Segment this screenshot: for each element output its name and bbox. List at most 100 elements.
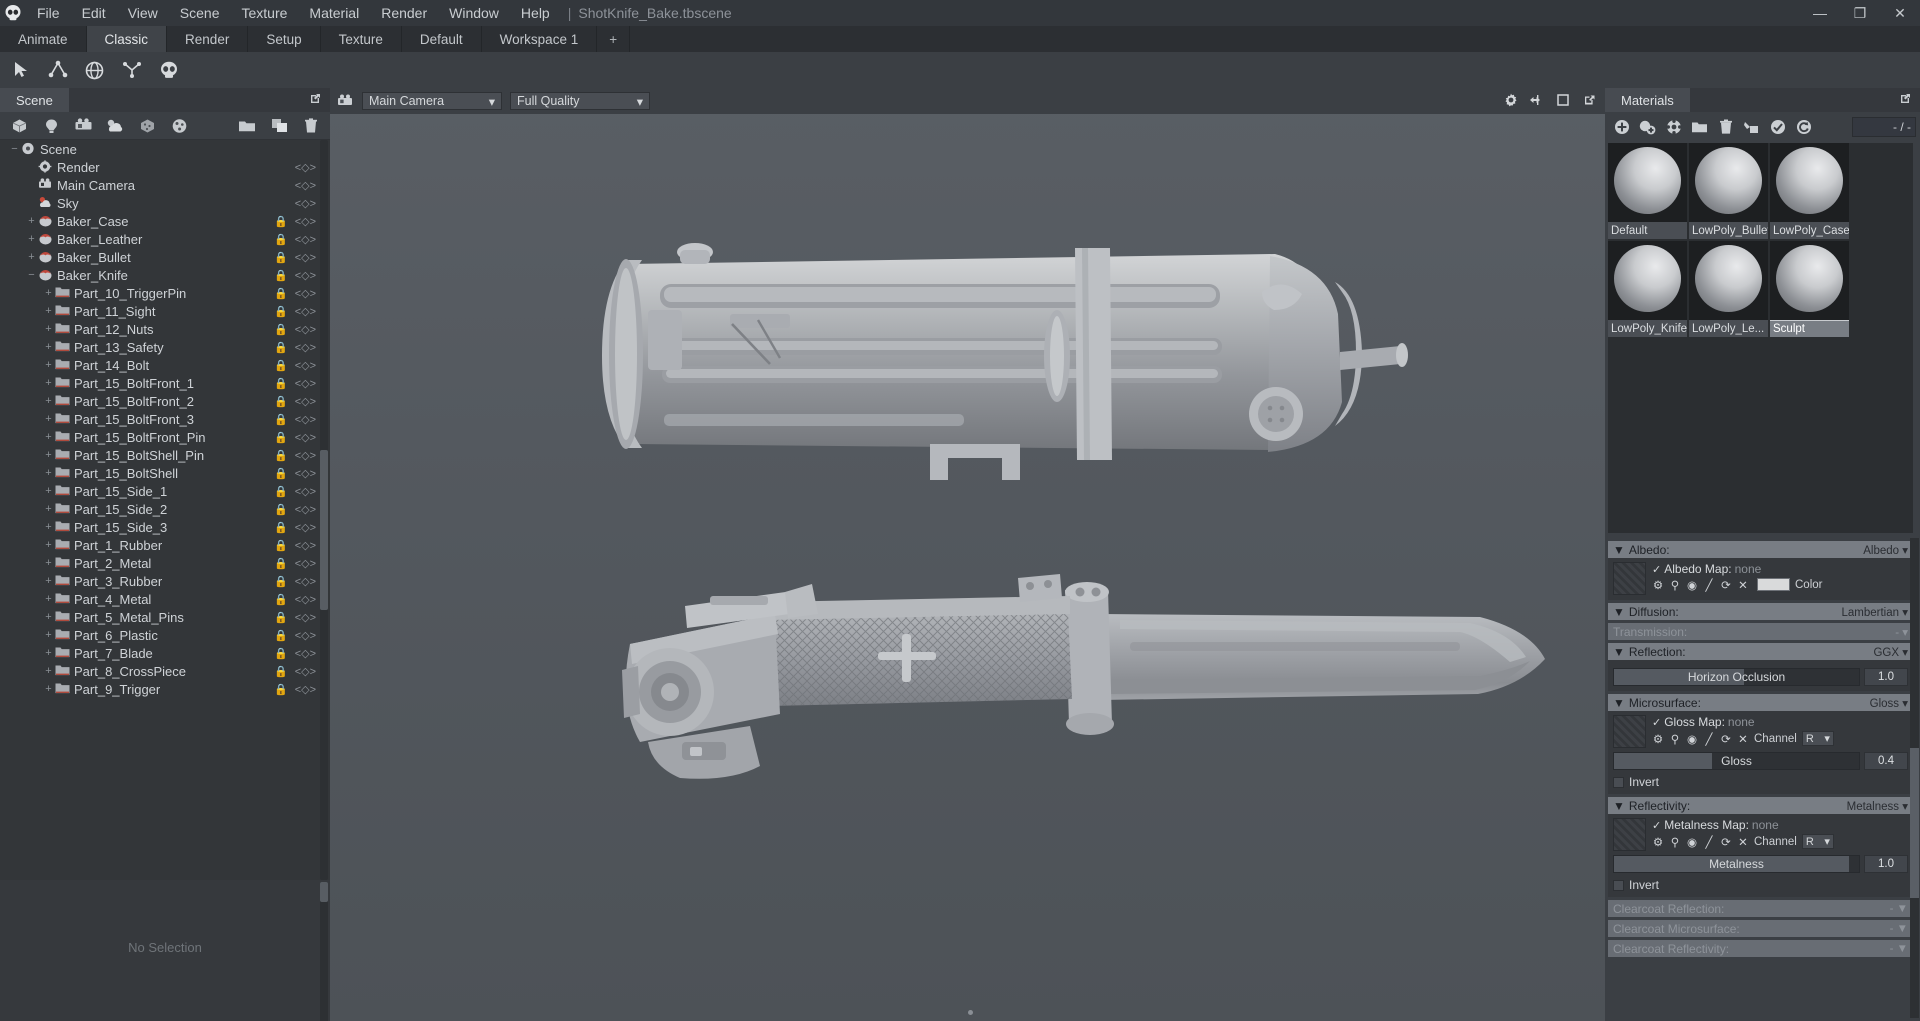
gloss-channel-select[interactable]: R ▾	[1801, 731, 1834, 746]
eye-icon[interactable]: <◇>	[295, 287, 316, 300]
gear-icon[interactable]: ⚙	[1652, 733, 1664, 746]
magnify-icon[interactable]: ⚲	[1669, 733, 1681, 746]
metalness-channel-select[interactable]: R ▾	[1801, 834, 1834, 849]
tree-expander[interactable]: +	[42, 341, 55, 353]
albedo-map-thumbnail[interactable]	[1613, 562, 1646, 595]
menu-scene[interactable]: Scene	[169, 0, 231, 26]
gear-icon[interactable]	[1503, 92, 1519, 108]
add-folder-icon[interactable]	[232, 114, 262, 138]
lock-icon[interactable]: 🔒	[274, 323, 288, 336]
check-icon[interactable]: ✓	[1652, 819, 1661, 832]
eye-icon[interactable]: <◇>	[295, 629, 316, 642]
tab-scene[interactable]: Scene	[0, 88, 69, 112]
albedo-color-swatch[interactable]	[1757, 578, 1790, 591]
gloss-value[interactable]: 0.4	[1864, 752, 1908, 770]
lock-icon[interactable]: 🔒	[274, 575, 288, 588]
material-grid[interactable]: Default LowPoly_Bullet LowPoly_Case LowPoly…	[1608, 143, 1913, 533]
scene-tree-row[interactable]: Sky <◇>	[0, 194, 330, 212]
menu-texture[interactable]: Texture	[230, 0, 298, 26]
eye-icon[interactable]: <◇>	[295, 161, 316, 174]
quality-select[interactable]: Full Quality ▾	[510, 92, 650, 110]
refresh-icon[interactable]	[1791, 115, 1816, 139]
scene-tree-row[interactable]: + Part_10_TriggerPin 🔒 <◇>	[0, 284, 330, 302]
sphere-icon[interactable]: ◉	[1686, 733, 1698, 746]
material-swatch[interactable]: LowPoly_Knife	[1608, 241, 1687, 337]
duplicate-material-icon[interactable]	[1635, 115, 1660, 139]
scene-tree-row[interactable]: + Baker_Leather 🔒 <◇>	[0, 230, 330, 248]
section-header-clearcoat-reflectivity[interactable]: Clearcoat Reflectivity: - ▼	[1608, 940, 1913, 957]
eye-icon[interactable]: <◇>	[295, 215, 316, 228]
tree-expander[interactable]: −	[25, 269, 38, 281]
lock-icon[interactable]: 🔒	[274, 377, 288, 390]
lock-icon[interactable]: 🔒	[274, 683, 288, 696]
lock-icon[interactable]: 🔒	[274, 251, 288, 264]
popout-icon[interactable]	[308, 92, 324, 108]
eye-icon[interactable]: <◇>	[295, 485, 316, 498]
eye-icon[interactable]: <◇>	[295, 467, 316, 480]
refresh-icon[interactable]: ⟳	[1720, 836, 1732, 849]
close-icon[interactable]: ✕	[1737, 836, 1749, 849]
eye-icon[interactable]: <◇>	[295, 233, 316, 246]
properties-scrollbar[interactable]	[1910, 538, 1919, 1018]
metalness-invert-checkbox[interactable]	[1613, 879, 1624, 891]
eye-icon[interactable]: <◇>	[295, 539, 316, 552]
selection-panel-scrollbar[interactable]	[320, 882, 328, 1021]
lock-icon[interactable]: 🔒	[274, 467, 288, 480]
tab-render[interactable]: Render	[167, 26, 249, 52]
bake-skull-icon[interactable]	[152, 54, 185, 86]
scene-tree-row[interactable]: + Part_6_Plastic 🔒 <◇>	[0, 626, 330, 644]
metalness-slider[interactable]: Metalness	[1613, 855, 1860, 873]
menu-edit[interactable]: Edit	[71, 0, 117, 26]
tree-expander[interactable]: +	[42, 485, 55, 497]
scrollbar-thumb[interactable]	[320, 450, 328, 610]
tree-expander[interactable]: +	[42, 395, 55, 407]
horizon-occlusion-slider[interactable]: Horizon Occlusion	[1613, 668, 1860, 686]
lock-icon[interactable]: 🔒	[274, 503, 288, 516]
section-header-diffusion[interactable]: ▼ Diffusion: Lambertian ▾	[1608, 603, 1913, 620]
add-bake-icon[interactable]	[164, 114, 194, 138]
eye-icon[interactable]: <◇>	[295, 269, 316, 282]
add-mesh-icon[interactable]	[4, 114, 34, 138]
metalness-value[interactable]: 1.0	[1864, 855, 1908, 873]
lock-icon[interactable]: 🔒	[274, 359, 288, 372]
camera-select[interactable]: Main Camera ▾	[362, 92, 502, 110]
joint-icon[interactable]	[41, 54, 74, 86]
gloss-invert-row[interactable]: Invert	[1613, 775, 1908, 789]
tree-expander[interactable]: +	[42, 449, 55, 461]
scene-tree-scrollbar[interactable]	[320, 140, 328, 880]
lock-icon[interactable]: 🔒	[274, 341, 288, 354]
eye-icon[interactable]: <◇>	[295, 359, 316, 372]
scrollbar-thumb[interactable]	[320, 882, 328, 902]
viewport[interactable]: Main Camera ▾ Full Quality ▾	[330, 88, 1605, 1021]
tree-expander[interactable]: +	[42, 305, 55, 317]
refresh-icon[interactable]: ⟳	[1720, 733, 1732, 746]
tree-expander[interactable]: +	[42, 665, 55, 677]
tab-setup[interactable]: Setup	[248, 26, 321, 52]
eye-icon[interactable]: <◇>	[295, 179, 316, 192]
tree-expander[interactable]: −	[8, 143, 21, 155]
close-icon[interactable]: ✕	[1737, 733, 1749, 746]
refresh-icon[interactable]: ⟳	[1720, 579, 1732, 592]
menu-material[interactable]: Material	[298, 0, 370, 26]
eye-icon[interactable]: <◇>	[295, 305, 316, 318]
horizon-occlusion-value[interactable]: 1.0	[1864, 668, 1908, 686]
tree-expander[interactable]: +	[42, 413, 55, 425]
scene-tree-row[interactable]: + Part_3_Rubber 🔒 <◇>	[0, 572, 330, 590]
section-header-reflectivity[interactable]: ▼ Reflectivity: Metalness ▾	[1608, 797, 1913, 814]
lock-icon[interactable]: 🔒	[274, 233, 288, 246]
sphere-icon[interactable]: ◉	[1686, 836, 1698, 849]
folder-icon[interactable]	[1687, 115, 1712, 139]
pen-icon[interactable]: ╱	[1703, 733, 1715, 746]
tree-expander[interactable]: +	[42, 575, 55, 587]
scene-tree-row[interactable]: + Part_15_Side_2 🔒 <◇>	[0, 500, 330, 518]
lock-icon[interactable]: 🔒	[274, 413, 288, 426]
menu-render[interactable]: Render	[370, 0, 438, 26]
tree-expander[interactable]: +	[42, 521, 55, 533]
lock-icon[interactable]: 🔒	[274, 287, 288, 300]
check-icon[interactable]: ✓	[1652, 563, 1661, 576]
lock-icon[interactable]: 🔒	[274, 305, 288, 318]
lock-icon[interactable]: 🔒	[274, 557, 288, 570]
metalness-map-thumbnail[interactable]	[1613, 818, 1646, 851]
eye-icon[interactable]: <◇>	[295, 611, 316, 624]
eye-icon[interactable]: <◇>	[295, 341, 316, 354]
